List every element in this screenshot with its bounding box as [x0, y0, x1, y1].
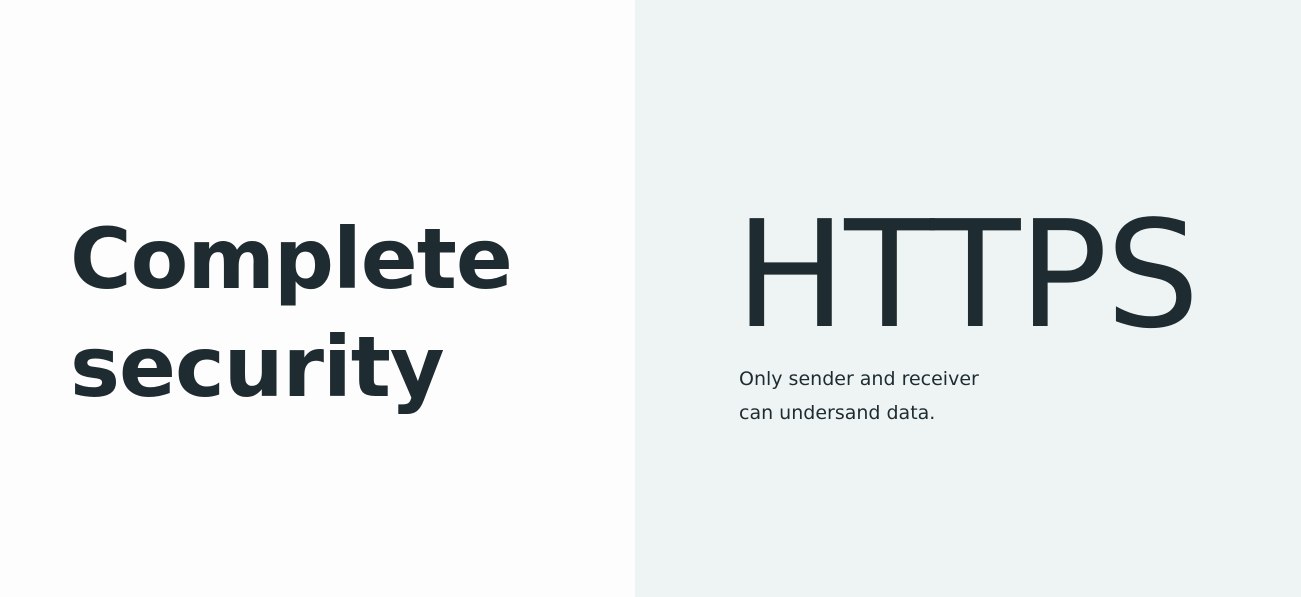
headline-line-1: Complete [70, 210, 513, 308]
headline-line-2: security [70, 318, 445, 416]
left-panel: Complete security [0, 0, 635, 597]
headline: Complete security [70, 205, 513, 421]
slide: Complete security HTTPS Only sender and … [0, 0, 1301, 597]
caption-line-1: Only sender and receiver [739, 368, 979, 390]
protocol-title: HTTPS [735, 189, 1200, 361]
protocol-caption: Only sender and receiver can undersand d… [739, 362, 979, 430]
caption-line-2: can undersand data. [739, 402, 936, 424]
right-panel: HTTPS Only sender and receiver can under… [635, 0, 1301, 597]
